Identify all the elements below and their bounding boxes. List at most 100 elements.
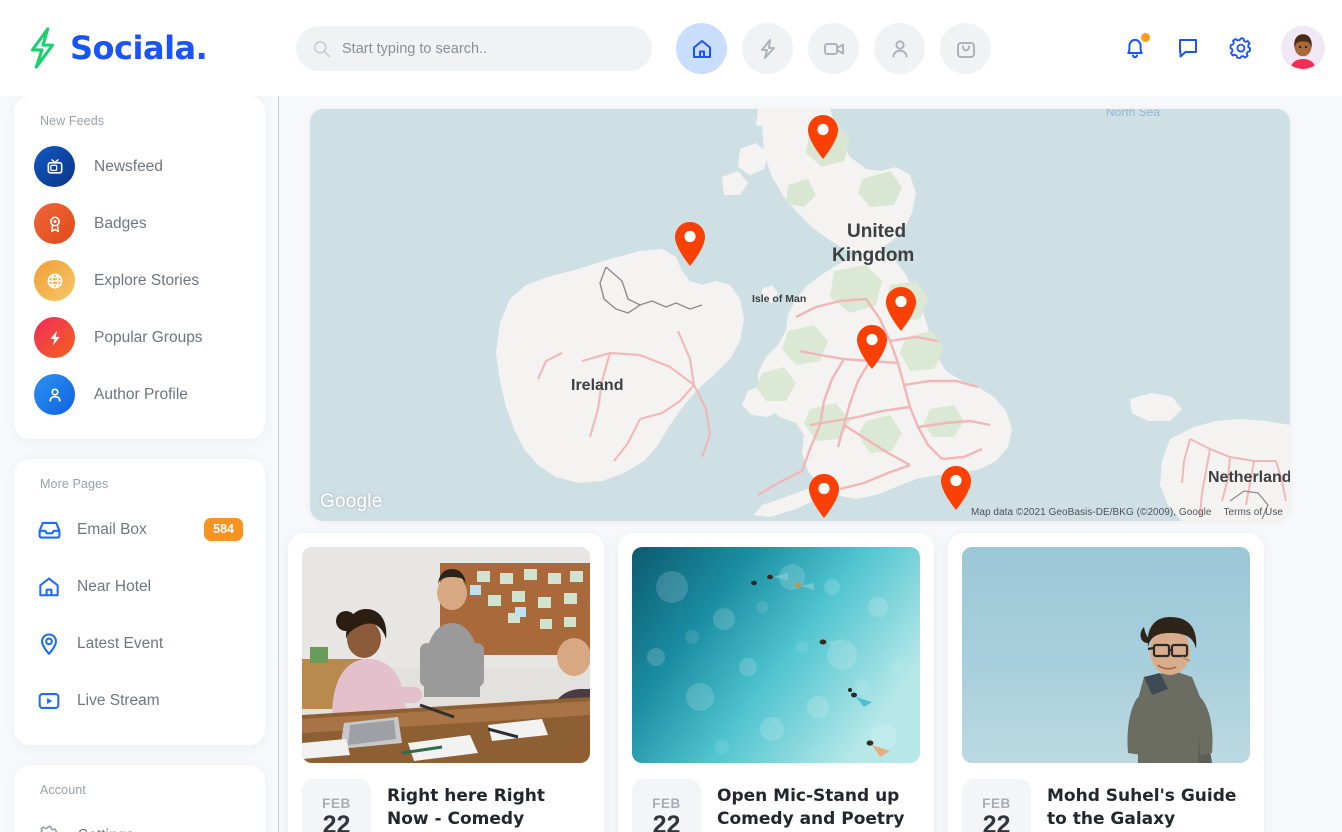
video-camera-icon bbox=[821, 36, 847, 62]
lightning-bolt-icon bbox=[22, 26, 62, 70]
sidebar-item-label: Settings bbox=[78, 827, 134, 832]
event-meta: FEB 22 Right here Right Now - Comedy bbox=[302, 779, 590, 832]
chat-bubble-icon bbox=[1175, 35, 1201, 61]
event-card[interactable]: FEB 22 Right here Right Now - Comedy bbox=[288, 533, 604, 832]
map-attribution: Map data ©2021 GeoBasis-DE/BKG (©2009), … bbox=[971, 507, 1283, 518]
map-label-kingdom: Kingdom bbox=[832, 245, 914, 267]
search-input[interactable] bbox=[342, 41, 622, 57]
map-pin-scotland[interactable] bbox=[806, 114, 840, 160]
map-attribution-text: Map data ©2021 GeoBasis-DE/BKG (©2009), … bbox=[971, 507, 1212, 518]
event-image bbox=[962, 547, 1250, 763]
map-terms-link[interactable]: Terms of Use bbox=[1223, 507, 1283, 518]
sidebar-section-title: Account bbox=[14, 783, 265, 797]
sidebar-item-live-stream[interactable]: Live Stream bbox=[14, 672, 265, 729]
sidebar-item-explore-stories[interactable]: Explore Stories bbox=[14, 252, 265, 309]
event-title[interactable]: Mohd Suhel's Guide to the Galaxy bbox=[1047, 779, 1250, 832]
sidebar-item-author-profile[interactable]: Author Profile bbox=[14, 366, 265, 423]
search-icon bbox=[312, 39, 331, 58]
event-title[interactable]: Right here Right Now - Comedy bbox=[387, 779, 590, 832]
map-pin-icon bbox=[34, 629, 64, 659]
office-meeting-photo bbox=[302, 547, 590, 763]
event-month: FEB bbox=[322, 796, 351, 811]
email-unread-badge: 584 bbox=[204, 518, 243, 541]
sidebar-section-more-pages: More Pages Email Box 584 Near Hotel bbox=[14, 459, 265, 745]
events-map[interactable]: United Kingdom Ireland Isle of Man Nethe… bbox=[310, 109, 1290, 521]
lightning-bolt-icon bbox=[756, 37, 780, 61]
google-watermark: Google bbox=[320, 491, 382, 513]
header-actions bbox=[1122, 0, 1324, 96]
ocean-swimmers-photo bbox=[632, 547, 920, 763]
event-image bbox=[632, 547, 920, 763]
messages-button[interactable] bbox=[1175, 35, 1201, 61]
event-date-badge: FEB 22 bbox=[302, 779, 371, 832]
map-pin-manchester[interactable] bbox=[855, 324, 889, 370]
sidebar-item-badges[interactable]: Badges bbox=[14, 195, 265, 252]
sidebar-item-newsfeed[interactable]: Newsfeed bbox=[14, 138, 265, 195]
inbox-icon bbox=[34, 515, 64, 545]
event-month: FEB bbox=[652, 796, 681, 811]
award-badge-icon bbox=[34, 203, 75, 244]
nav-pill-shop[interactable] bbox=[940, 23, 991, 74]
user-icon bbox=[34, 374, 75, 415]
home-icon bbox=[690, 37, 714, 61]
sidebar-item-email-box[interactable]: Email Box 584 bbox=[14, 501, 265, 558]
map-label-ireland: Ireland bbox=[571, 377, 623, 395]
sidebar-item-settings[interactable]: Settings bbox=[14, 807, 265, 832]
sidebar-item-label: Author Profile bbox=[94, 386, 188, 404]
home-icon bbox=[34, 572, 64, 602]
map-canvas bbox=[310, 109, 1290, 521]
search-bar[interactable] bbox=[296, 26, 652, 71]
nav-pill-home[interactable] bbox=[676, 23, 727, 74]
left-sidebar[interactable]: New Feeds Newsfeed Badges bbox=[0, 96, 279, 832]
notification-dot bbox=[1141, 33, 1150, 42]
event-day: 22 bbox=[323, 812, 351, 832]
sidebar-item-popular-groups[interactable]: Popular Groups bbox=[14, 309, 265, 366]
map-pin-newcastle[interactable] bbox=[884, 286, 918, 332]
avatar-icon bbox=[1282, 27, 1324, 69]
sidebar-item-label: Popular Groups bbox=[94, 329, 203, 347]
main-content: United Kingdom Ireland Isle of Man Nethe… bbox=[281, 96, 1342, 832]
event-card[interactable]: FEB 22 Open Mic-Stand up Comedy and Poet… bbox=[618, 533, 934, 832]
map-pin-northern-ireland[interactable] bbox=[673, 221, 707, 267]
sidebar-item-latest-event[interactable]: Latest Event bbox=[14, 615, 265, 672]
shopping-bag-icon bbox=[954, 37, 978, 61]
event-meta: FEB 22 Open Mic-Stand up Comedy and Poet… bbox=[632, 779, 920, 832]
event-image bbox=[302, 547, 590, 763]
sidebar-item-label: Explore Stories bbox=[94, 272, 199, 290]
sidebar-item-label: Latest Event bbox=[77, 635, 163, 653]
settings-button[interactable] bbox=[1228, 35, 1255, 62]
nav-pill-profile[interactable] bbox=[874, 23, 925, 74]
brand-name: Sociala. bbox=[70, 29, 207, 67]
map-pin-london[interactable] bbox=[939, 465, 973, 511]
sidebar-scroll-divider[interactable] bbox=[278, 96, 279, 832]
event-card[interactable]: FEB 22 Mohd Suhel's Guide to the Galaxy bbox=[948, 533, 1264, 832]
event-date-badge: FEB 22 bbox=[632, 779, 701, 832]
gear-icon bbox=[34, 821, 64, 832]
sidebar-item-label: Email Box bbox=[77, 521, 147, 539]
sidebar-section-title: New Feeds bbox=[14, 114, 265, 128]
event-title[interactable]: Open Mic-Stand up Comedy and Poetry bbox=[717, 779, 920, 832]
nav-pill-popular[interactable] bbox=[742, 23, 793, 74]
map-label-united: United bbox=[847, 221, 906, 243]
sidebar-item-label: Near Hotel bbox=[77, 578, 151, 596]
lightning-bolt-icon bbox=[34, 317, 75, 358]
user-icon bbox=[888, 37, 912, 61]
sidebar-item-label: Badges bbox=[94, 215, 147, 233]
event-day: 22 bbox=[983, 812, 1011, 832]
globe-icon bbox=[34, 260, 75, 301]
brand-logo[interactable]: Sociala. bbox=[22, 26, 272, 70]
event-month: FEB bbox=[982, 796, 1011, 811]
sidebar-item-label: Live Stream bbox=[77, 692, 160, 710]
tv-icon bbox=[34, 146, 75, 187]
notifications-button[interactable] bbox=[1122, 35, 1148, 62]
event-card-list: FEB 22 Right here Right Now - Comedy bbox=[288, 533, 1264, 832]
event-date-badge: FEB 22 bbox=[962, 779, 1031, 832]
avatar[interactable] bbox=[1282, 27, 1324, 69]
map-pin-bristol[interactable] bbox=[807, 473, 841, 519]
sidebar-item-near-hotel[interactable]: Near Hotel bbox=[14, 558, 265, 615]
event-day: 22 bbox=[653, 812, 681, 832]
nav-pill-video[interactable] bbox=[808, 23, 859, 74]
top-header: Sociala. bbox=[0, 0, 1342, 96]
sidebar-section-new-feeds: New Feeds Newsfeed Badges bbox=[14, 96, 265, 439]
sidebar-section-title: More Pages bbox=[14, 477, 265, 491]
